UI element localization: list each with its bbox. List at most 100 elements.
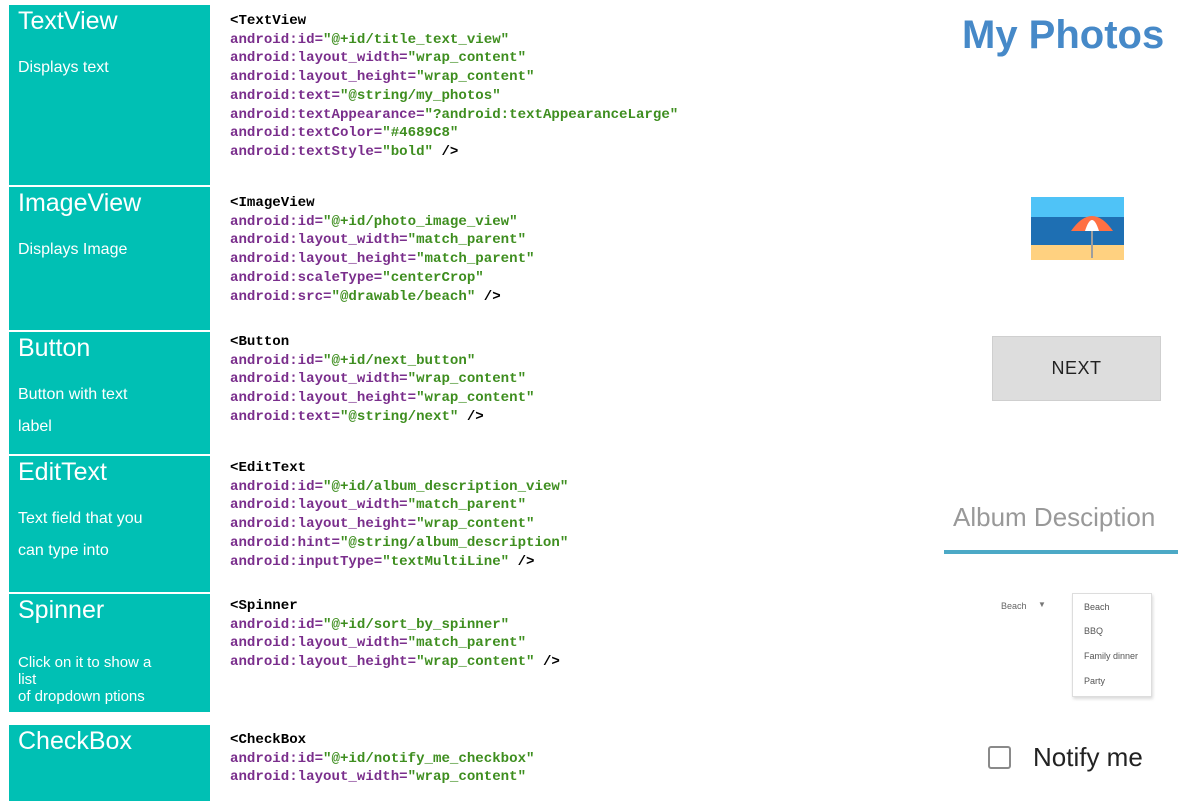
label-description-line: Button with text — [18, 386, 128, 403]
label-description: Text field that you can type into — [18, 503, 203, 567]
code-value: "@+id/photo_image_view" — [323, 213, 518, 230]
label-title: TextView — [18, 7, 118, 35]
next-button[interactable]: NEXT — [992, 336, 1161, 401]
label-spinner: Spinner Click on it to show a list of dr… — [9, 594, 210, 712]
code-close: /> — [475, 288, 501, 305]
label-imageview: ImageView Displays Image — [9, 187, 210, 330]
code-button: <Button android:id="@+id/next_button" an… — [230, 333, 535, 427]
code-edittext: <EditText android:id="@+id/album_descrip… — [230, 459, 568, 571]
code-value: "match_parent" — [407, 635, 527, 652]
dropdown-item[interactable]: Family dinner — [1084, 651, 1138, 661]
label-description-line: Displays Image — [18, 241, 128, 258]
code-value: "match_parent" — [407, 232, 527, 249]
code-value: "centerCrop" — [382, 269, 484, 286]
label-checkbox: CheckBox — [9, 725, 210, 801]
label-title: Spinner — [18, 596, 105, 624]
code-attr: android:layout_height= — [230, 251, 417, 268]
code-close: /> — [433, 143, 459, 160]
code-close: /> — [458, 408, 484, 425]
code-value: "#4689C8" — [382, 125, 459, 142]
code-attr: android:id= — [230, 352, 324, 369]
label-description-line: Displays text — [18, 59, 109, 76]
code-imageview: <ImageView android:id="@+id/photo_image_… — [230, 194, 535, 306]
code-close: /> — [534, 654, 560, 671]
code-textview: <TextView android:id="@+id/title_text_vi… — [230, 12, 678, 162]
code-attr: android:id= — [230, 616, 324, 633]
code-value: "@string/album_description" — [339, 534, 569, 551]
code-spinner: <Spinner android:id="@+id/sort_by_spinne… — [230, 597, 560, 672]
label-description-line: label — [18, 418, 52, 435]
code-attr: android:id= — [230, 750, 324, 767]
code-attr: android:layout_width= — [230, 769, 408, 786]
album-description-field[interactable]: Album Desciption — [953, 502, 1155, 533]
code-value: "wrap_content" — [407, 50, 527, 67]
code-attr: android:inputType= — [230, 553, 383, 570]
code-attr: android:layout_width= — [230, 371, 408, 388]
code-value: "bold" — [382, 143, 433, 160]
code-tag: <EditText — [230, 460, 307, 476]
code-value: "match_parent" — [416, 251, 535, 268]
label-button: Button Button with text label — [9, 332, 210, 454]
label-title: ImageView — [18, 189, 142, 217]
label-description: Displays text — [18, 52, 203, 84]
code-attr: android:layout_height= — [230, 390, 417, 407]
code-value: "wrap_content" — [416, 390, 535, 407]
code-attr: android:layout_width= — [230, 50, 408, 67]
notify-me-label: Notify me — [1033, 742, 1143, 772]
label-description-line: can type into — [18, 542, 109, 559]
code-value: "@+id/next_button" — [323, 352, 476, 369]
label-description-line: list — [18, 671, 37, 688]
code-value: "@+id/sort_by_spinner" — [323, 616, 510, 633]
code-tag: <ImageView — [230, 195, 315, 211]
code-attr: android:textColor= — [230, 125, 383, 142]
label-description-line: of dropdown ptions — [18, 688, 145, 705]
code-value: "@string/my_photos" — [339, 87, 501, 104]
code-attr: android:layout_width= — [230, 635, 408, 652]
label-textview: TextView Displays text — [9, 5, 210, 185]
preview-title: My Photos — [962, 13, 1165, 57]
code-value: "textMultiLine" — [382, 553, 510, 570]
label-title: Button — [18, 334, 91, 362]
beach-umbrella-icon — [1031, 197, 1124, 260]
code-value: "@string/next" — [339, 408, 459, 425]
dropdown-item[interactable]: Party — [1084, 676, 1105, 686]
label-description: Click on it to show a list of dropdown p… — [18, 654, 203, 705]
notify-me-checkbox[interactable] — [988, 746, 1011, 769]
code-checkbox: <CheckBox android:id="@+id/notify_me_che… — [230, 731, 535, 787]
code-attr: android:id= — [230, 478, 324, 495]
code-attr: android:layout_height= — [230, 69, 417, 86]
edit-text-underline — [944, 550, 1178, 554]
dropdown-arrow-icon[interactable]: ▼ — [1038, 600, 1046, 609]
code-attr: android:text= — [230, 408, 340, 425]
code-value: "wrap_content" — [416, 69, 535, 86]
label-description-line: Text field that you — [18, 510, 143, 527]
code-attr: android:textStyle= — [230, 143, 383, 160]
code-attr: android:id= — [230, 31, 324, 48]
label-title: CheckBox — [18, 727, 132, 755]
sort-by-spinner[interactable]: Beach — [1001, 601, 1027, 611]
dropdown-item[interactable]: Beach — [1084, 602, 1110, 612]
label-title: EditText — [18, 458, 107, 486]
dropdown-item[interactable]: BBQ — [1084, 626, 1103, 636]
code-tag: <Spinner — [230, 598, 298, 614]
code-tag: <TextView — [230, 13, 307, 29]
code-value: "@+id/album_description_view" — [323, 478, 569, 495]
code-value: "match_parent" — [407, 497, 527, 514]
code-attr: android:layout_height= — [230, 654, 417, 671]
code-tag: <Button — [230, 334, 290, 350]
code-attr: android:id= — [230, 213, 324, 230]
code-attr: android:layout_width= — [230, 232, 408, 249]
label-description: Displays Image — [18, 234, 203, 266]
code-attr: android:src= — [230, 288, 332, 305]
code-attr: android:layout_width= — [230, 497, 408, 514]
code-value: "wrap_content" — [416, 516, 535, 533]
code-value: "@drawable/beach" — [331, 288, 476, 305]
code-value: "wrap_content" — [407, 769, 527, 786]
code-attr: android:scaleType= — [230, 269, 383, 286]
label-description: Button with text label — [18, 379, 203, 443]
label-description-line: Click on it to show a — [18, 654, 152, 671]
code-attr: android:hint= — [230, 534, 340, 551]
code-value: "@+id/title_text_view" — [323, 31, 510, 48]
code-close: /> — [509, 553, 535, 570]
code-attr: android:textAppearance= — [230, 106, 425, 123]
